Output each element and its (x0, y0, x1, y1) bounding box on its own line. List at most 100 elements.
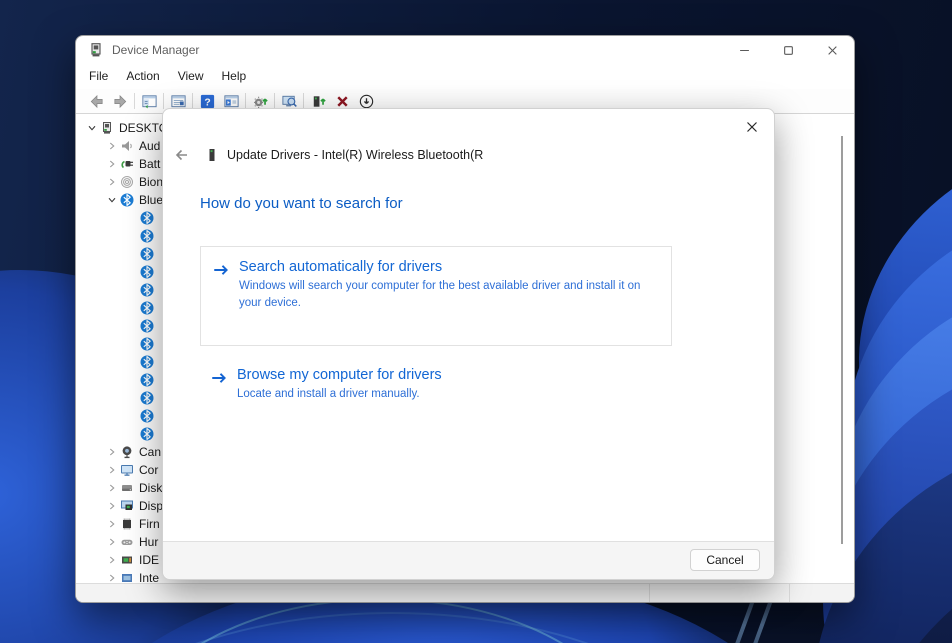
status-bar (76, 583, 854, 602)
fingerprint-icon (120, 175, 134, 189)
menu-help[interactable]: Help (213, 64, 256, 89)
tree-label: Blue (139, 193, 163, 207)
chevron-right-icon[interactable] (104, 445, 120, 459)
chevron-spacer (124, 355, 140, 369)
chevron-right-icon[interactable] (104, 157, 120, 171)
forward-button[interactable] (108, 90, 132, 112)
chevron-right-icon[interactable] (104, 463, 120, 477)
chevron-right-icon[interactable] (104, 517, 120, 531)
bluetooth-icon (140, 301, 154, 315)
dialog-title: Update Drivers - Intel(R) Wireless Bluet… (227, 148, 483, 162)
bluetooth-icon (140, 373, 154, 387)
toolbar-separator (274, 93, 275, 109)
tree-scrollbar[interactable] (841, 136, 843, 544)
firmware-chip-icon (120, 517, 134, 531)
maximize-icon (783, 45, 794, 56)
chevron-spacer (124, 391, 140, 405)
driver-device-icon (204, 147, 220, 163)
battery-icon (120, 157, 134, 171)
tree-label: Bion (139, 175, 163, 189)
ide-chip-icon (120, 553, 134, 567)
maximize-button[interactable] (766, 36, 810, 64)
action-pane-icon (223, 93, 240, 110)
update-drivers-dialog: Update Drivers - Intel(R) Wireless Bluet… (162, 108, 775, 580)
back-button[interactable] (84, 90, 108, 112)
menu-file[interactable]: File (80, 64, 117, 89)
toolbar-separator (303, 93, 304, 109)
chevron-spacer (124, 211, 140, 225)
bluetooth-icon (140, 355, 154, 369)
bluetooth-icon (140, 391, 154, 405)
statusbar-separator (789, 584, 790, 602)
tree-label: Cor (139, 463, 158, 477)
help-icon (199, 93, 216, 110)
dialog-close-button[interactable] (742, 117, 762, 137)
chevron-spacer (124, 373, 140, 387)
option-description: Windows will search your computer for th… (239, 278, 659, 311)
tree-label: DESKTO (119, 121, 168, 135)
tree-label: Aud (139, 139, 160, 153)
monitor-icon (120, 463, 134, 477)
close-button[interactable] (810, 36, 854, 64)
bluetooth-icon (140, 427, 154, 441)
properties-icon (170, 93, 187, 110)
chevron-spacer (124, 409, 140, 423)
chevron-right-icon[interactable] (104, 175, 120, 189)
option-title[interactable]: Browse my computer for drivers (237, 367, 442, 383)
title-bar[interactable]: Device Manager (76, 36, 854, 64)
disk-icon (120, 481, 134, 495)
close-icon (827, 45, 838, 56)
update-driver-icon (310, 93, 327, 110)
tree-label: Hur (139, 535, 158, 549)
chevron-spacer (124, 337, 140, 351)
chevron-down-icon[interactable] (104, 193, 120, 207)
bluetooth-icon (140, 337, 154, 351)
close-icon (745, 120, 759, 134)
window-controls (722, 36, 854, 64)
chevron-right-icon[interactable] (104, 499, 120, 513)
dialog-header: Update Drivers - Intel(R) Wireless Bluet… (173, 146, 483, 164)
tree-label: Can (139, 445, 161, 459)
chevron-right-icon[interactable] (104, 481, 120, 495)
device-manager-app-icon (88, 42, 104, 58)
cancel-button[interactable]: Cancel (690, 549, 760, 571)
chevron-down-icon[interactable] (84, 121, 100, 135)
bluetooth-icon (140, 265, 154, 279)
show-console-tree-button[interactable] (137, 90, 161, 112)
computer-icon (100, 121, 114, 135)
search-automatically-option[interactable]: Search automatically for drivers Windows… (200, 246, 672, 346)
speaker-icon (120, 139, 134, 153)
toolbar-separator (192, 93, 193, 109)
disable-device-icon (358, 93, 375, 110)
browse-computer-option[interactable]: Browse my computer for drivers Locate an… (209, 367, 442, 403)
back-arrow-icon[interactable] (173, 146, 191, 164)
chevron-spacer (124, 265, 140, 279)
right-arrow-icon (209, 369, 229, 387)
camera-icon (120, 445, 134, 459)
forward-icon (112, 93, 129, 110)
dialog-heading: How do you want to search for (200, 195, 403, 212)
menu-view[interactable]: View (169, 64, 213, 89)
tree-label: Disp (139, 499, 163, 513)
scan-hardware-icon (252, 93, 269, 110)
tree-label: IDE (139, 553, 159, 567)
chevron-right-icon[interactable] (104, 553, 120, 567)
menu-action[interactable]: Action (117, 64, 168, 89)
toolbar-separator (163, 93, 164, 109)
uninstall-icon (334, 93, 351, 110)
statusbar-separator (649, 584, 650, 602)
toolbar-separator (134, 93, 135, 109)
window-title: Device Manager (112, 43, 199, 57)
option-title[interactable]: Search automatically for drivers (239, 259, 659, 275)
toolbar-separator (245, 93, 246, 109)
bluetooth-icon (140, 283, 154, 297)
chevron-right-icon[interactable] (104, 535, 120, 549)
display-adapter-icon (120, 499, 134, 513)
tree-label: Disk (139, 481, 162, 495)
chevron-spacer (124, 427, 140, 441)
minimize-button[interactable] (722, 36, 766, 64)
bluetooth-icon (140, 319, 154, 333)
search-icon (281, 93, 298, 110)
chevron-right-icon[interactable] (104, 139, 120, 153)
bluetooth-icon (140, 211, 154, 225)
